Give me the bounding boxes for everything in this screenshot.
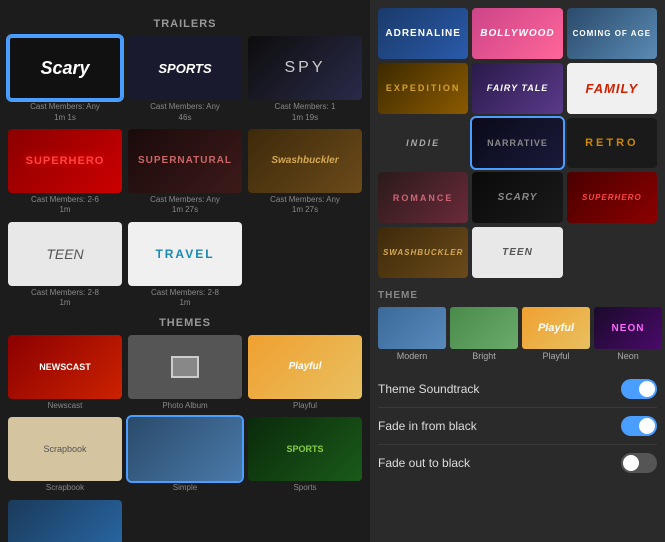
trailer-item-superhero[interactable]: SUPERHERO Cast Members: 2-61m bbox=[8, 129, 122, 216]
toggle-label-fadeout: Fade out to black bbox=[378, 456, 470, 470]
trailer-meta-spy: Cast Members: 11m 19s bbox=[248, 102, 362, 123]
toggle-switch-fadein[interactable] bbox=[621, 416, 657, 436]
theme-thumb-newscast[interactable]: NEWSCAST bbox=[8, 335, 122, 399]
trailer-thumb-swashbuckler[interactable]: Swashbuckler bbox=[248, 129, 362, 193]
theme-strip-thumb-bright[interactable] bbox=[450, 307, 518, 349]
rt-superhero2[interactable]: SUPERHERO bbox=[567, 172, 657, 223]
theme-thumb-simple[interactable] bbox=[128, 417, 242, 481]
rt-indie[interactable]: iNDiE bbox=[378, 118, 468, 169]
rt-narrative[interactable]: Narrative bbox=[472, 118, 562, 169]
theme-label-playful: Playful bbox=[248, 401, 362, 411]
trailer-meta-supernatural: Cast Members: Any1m 27s bbox=[128, 195, 242, 216]
theme-thumb-sports2[interactable]: SPORTS bbox=[248, 417, 362, 481]
theme-strip-bright[interactable]: Bright bbox=[450, 307, 518, 361]
rt-retro[interactable]: RETRO bbox=[567, 118, 657, 169]
theme-strip-playful[interactable]: Playful Playful bbox=[522, 307, 590, 361]
theme-strip-thumb-playful[interactable]: Playful bbox=[522, 307, 590, 349]
trailer-item-spy[interactable]: SPY Cast Members: 11m 19s bbox=[248, 36, 362, 123]
trailer-meta-superhero: Cast Members: 2-61m bbox=[8, 195, 122, 216]
theme-strip-label-playful: Playful bbox=[522, 351, 590, 361]
trailer-item-scary[interactable]: Scary Cast Members: Any1m 1s bbox=[8, 36, 122, 123]
theme-thumb-scrapbook[interactable]: Scrapbook bbox=[8, 417, 122, 481]
trailer-thumb-travel[interactable]: TRAVEL bbox=[128, 222, 242, 286]
trailer-thumb-sports[interactable]: SPORTS bbox=[128, 36, 242, 100]
trailer-thumb-supernatural[interactable]: SUPERNATURAL bbox=[128, 129, 242, 193]
trailer-meta-sports: Cast Members: Any46s bbox=[128, 102, 242, 123]
theme-strip-neon[interactable]: NEON Neon bbox=[594, 307, 662, 361]
right-trailers-grid: ADRENALINE Bollywood Coming Of Age EXPED… bbox=[370, 0, 665, 286]
trailer-thumb-spy[interactable]: SPY bbox=[248, 36, 362, 100]
toggle-label-soundtrack: Theme Soundtrack bbox=[378, 382, 479, 396]
theme-item-playful[interactable]: Playful Playful bbox=[248, 335, 362, 412]
toggle-label-fadein: Fade in from black bbox=[378, 419, 477, 433]
theme-label-photoalbum: Photo Album bbox=[128, 401, 242, 411]
trailers-header: TRAILERS bbox=[8, 18, 362, 30]
rt-fairytale[interactable]: Fairy Tale bbox=[472, 63, 562, 114]
trailer-item-supernatural[interactable]: SUPERNATURAL Cast Members: Any1m 27s bbox=[128, 129, 242, 216]
theme-strip-label-bright: Bright bbox=[450, 351, 518, 361]
rt-family[interactable]: FAMILY bbox=[567, 63, 657, 114]
theme-thumb-photoalbum[interactable] bbox=[128, 335, 242, 399]
toggle-row-soundtrack: Theme Soundtrack bbox=[378, 371, 657, 408]
left-panel: TRAILERS Scary Cast Members: Any1m 1s SP… bbox=[0, 0, 370, 542]
trailer-thumb-teen[interactable]: TEEN bbox=[8, 222, 122, 286]
theme-item-travel2[interactable]: Travel bbox=[8, 500, 122, 542]
theme-label-sports2: Sports bbox=[248, 483, 362, 493]
trailer-item-swashbuckler[interactable]: Swashbuckler Cast Members: Any1m 27s bbox=[248, 129, 362, 216]
theme-item-simple[interactable]: Simple bbox=[128, 417, 242, 494]
rt-comingofage[interactable]: Coming Of Age bbox=[567, 8, 657, 59]
rt-teen2[interactable]: TEEN bbox=[472, 227, 562, 278]
theme-strip-thumb-neon[interactable]: NEON bbox=[594, 307, 662, 349]
rt-swashbuckler2[interactable]: Swashbuckler bbox=[378, 227, 468, 278]
trailer-item-sports[interactable]: SPORTS Cast Members: Any46s bbox=[128, 36, 242, 123]
theme-strip: Modern Bright Playful Playful NEON Neon bbox=[370, 303, 665, 365]
trailer-meta-travel: Cast Members: 2-81m bbox=[128, 288, 242, 309]
theme-strip-thumb-modern[interactable] bbox=[378, 307, 446, 349]
trailer-thumb-scary[interactable]: Scary bbox=[8, 36, 122, 100]
trailers-grid: Scary Cast Members: Any1m 1s SPORTS Cast… bbox=[8, 36, 362, 309]
theme-item-photoalbum[interactable]: Photo Album bbox=[128, 335, 242, 412]
trailer-thumb-superhero[interactable]: SUPERHERO bbox=[8, 129, 122, 193]
trailer-meta-teen: Cast Members: 2-81m bbox=[8, 288, 122, 309]
right-panel: ADRENALINE Bollywood Coming Of Age EXPED… bbox=[370, 0, 665, 542]
rt-adrenaline[interactable]: ADRENALINE bbox=[378, 8, 468, 59]
toggle-switch-fadeout[interactable] bbox=[621, 453, 657, 473]
theme-strip-label-neon: Neon bbox=[594, 351, 662, 361]
rt-scary2[interactable]: Scary bbox=[472, 172, 562, 223]
theme-thumb-playful[interactable]: Playful bbox=[248, 335, 362, 399]
themes-grid: NEWSCAST Newscast Photo Album Playful Pl… bbox=[8, 335, 362, 542]
trailer-meta-swashbuckler: Cast Members: Any1m 27s bbox=[248, 195, 362, 216]
theme-item-newscast[interactable]: NEWSCAST Newscast bbox=[8, 335, 122, 412]
trailer-meta-scary: Cast Members: Any1m 1s bbox=[8, 102, 122, 123]
themes-header: THEMES bbox=[8, 317, 362, 329]
toggle-switch-soundtrack[interactable] bbox=[621, 379, 657, 399]
toggles-section: Theme Soundtrack Fade in from black Fade… bbox=[370, 365, 665, 487]
theme-item-sports2[interactable]: SPORTS Sports bbox=[248, 417, 362, 494]
theme-thumb-travel2[interactable] bbox=[8, 500, 122, 542]
rt-romance[interactable]: ROMANCE bbox=[378, 172, 468, 223]
theme-item-scrapbook[interactable]: Scrapbook Scrapbook bbox=[8, 417, 122, 494]
theme-strip-modern[interactable]: Modern bbox=[378, 307, 446, 361]
theme-label-simple: Simple bbox=[128, 483, 242, 493]
theme-section-header: THEME bbox=[370, 286, 665, 303]
toggle-row-fadein: Fade in from black bbox=[378, 408, 657, 445]
trailer-item-teen[interactable]: TEEN Cast Members: 2-81m bbox=[8, 222, 122, 309]
toggle-row-fadeout: Fade out to black bbox=[378, 445, 657, 481]
trailer-item-travel[interactable]: TRAVEL Cast Members: 2-81m bbox=[128, 222, 242, 309]
theme-label-scrapbook: Scrapbook bbox=[8, 483, 122, 493]
rt-bollywood[interactable]: Bollywood bbox=[472, 8, 562, 59]
theme-label-newscast: Newscast bbox=[8, 401, 122, 411]
theme-strip-label-modern: Modern bbox=[378, 351, 446, 361]
rt-expedition[interactable]: EXPEDITION bbox=[378, 63, 468, 114]
